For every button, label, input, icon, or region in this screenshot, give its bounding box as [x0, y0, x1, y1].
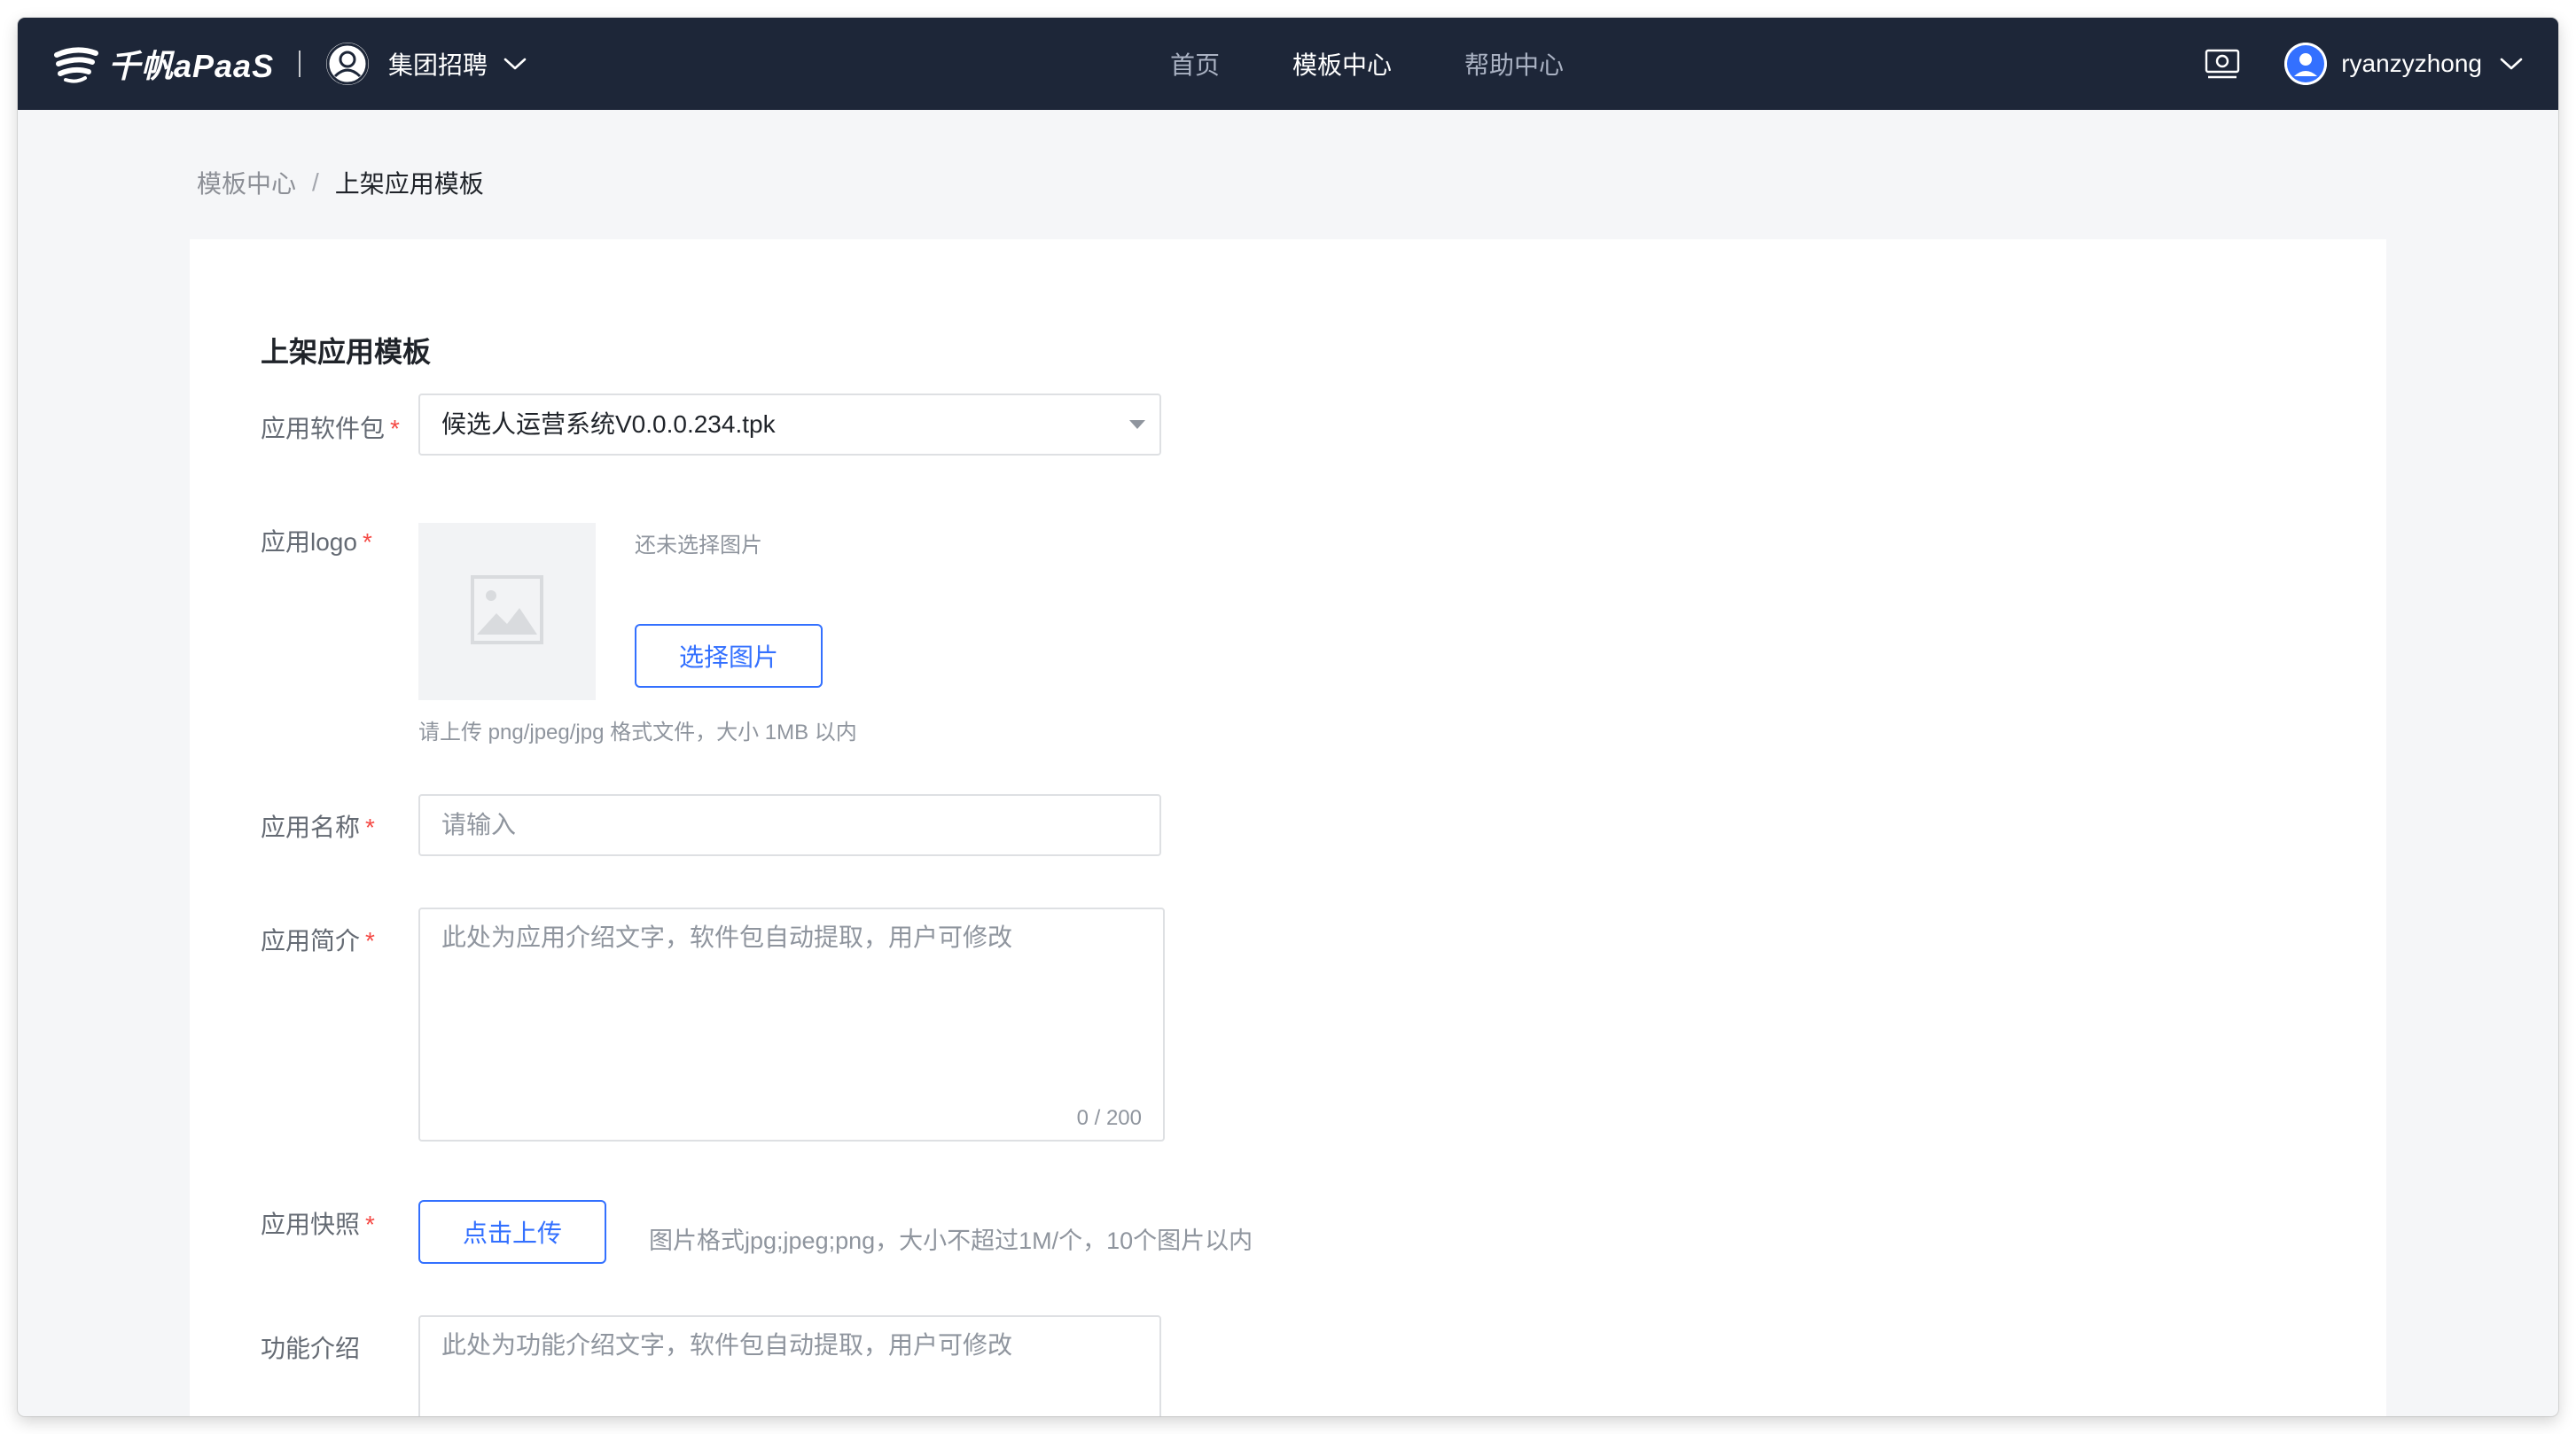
- caret-down-icon: [1129, 420, 1145, 429]
- top-right-actions: ryanzyzhong: [2205, 18, 2523, 110]
- snapshot-label: 应用快照 *: [261, 1205, 375, 1241]
- name-label: 应用名称 *: [261, 808, 375, 844]
- nav-home[interactable]: 首页: [1170, 46, 1220, 82]
- select-image-button[interactable]: 选择图片: [635, 624, 823, 688]
- char-counter: 0 / 200: [1076, 1106, 1142, 1130]
- logo-hint: 请上传 png/jpeg/jpg 格式文件，大小 1MB 以内: [418, 721, 857, 744]
- app-name-input[interactable]: [418, 794, 1161, 856]
- intro-label: 应用简介 *: [261, 922, 375, 957]
- chevron-down-icon[interactable]: [2500, 57, 2523, 71]
- required-mark: *: [365, 1211, 375, 1238]
- chevron-down-icon: [503, 57, 527, 71]
- breadcrumb-separator: /: [312, 168, 319, 196]
- package-select[interactable]: 候选人运营系统V0.0.0.234.tpk: [418, 394, 1161, 456]
- top-navigation-bar: 千帆aPaaS 集团招聘 首页 模板中心 帮助中心 ryanzyzhong: [18, 18, 2558, 110]
- nav-help-center[interactable]: 帮助中心: [1464, 46, 1564, 82]
- app-intro-field: 0 / 200: [418, 908, 1165, 1142]
- app-intro-textarea[interactable]: [420, 909, 1163, 1140]
- image-placeholder-icon: [470, 574, 544, 650]
- screen-icon[interactable]: [2205, 48, 2240, 80]
- intro-label-text: 应用简介: [261, 927, 361, 955]
- brand[interactable]: 千帆aPaaS: [53, 18, 301, 110]
- package-label-text: 应用软件包: [261, 415, 386, 442]
- main-nav: 首页 模板中心 帮助中心: [1170, 18, 1636, 110]
- app-window: 千帆aPaaS 集团招聘 首页 模板中心 帮助中心 ryanzyzhong 模板…: [18, 18, 2558, 1416]
- user-name[interactable]: ryanzyzhong: [2341, 50, 2482, 78]
- logo-status-text: 还未选择图片: [635, 534, 762, 557]
- logo-label-text: 应用logo: [261, 528, 357, 556]
- features-textarea[interactable]: [420, 1317, 1159, 1416]
- package-label: 应用软件包 *: [261, 409, 400, 445]
- logo-preview: [418, 523, 596, 700]
- org-switcher[interactable]: 集团招聘: [326, 18, 527, 110]
- required-mark: *: [365, 814, 375, 841]
- required-mark: *: [365, 927, 375, 955]
- org-name: 集团招聘: [388, 51, 488, 79]
- package-select-value: 候选人运营系统V0.0.0.234.tpk: [441, 410, 776, 438]
- name-label-text: 应用名称: [261, 814, 361, 841]
- breadcrumb-parent[interactable]: 模板中心: [197, 165, 296, 200]
- required-mark: *: [390, 415, 400, 442]
- features-field: [418, 1315, 1161, 1416]
- snapshot-hint: 图片格式jpg;jpeg;png，大小不超过1M/个，10个图片以内: [649, 1227, 1253, 1254]
- features-label-text: 功能介绍: [261, 1335, 361, 1362]
- brand-divider: [299, 51, 301, 77]
- brand-logo-icon: [53, 41, 99, 87]
- breadcrumb-current: 上架应用模板: [334, 170, 484, 198]
- snapshot-label-text: 应用快照: [261, 1211, 361, 1238]
- nav-template-center[interactable]: 模板中心: [1292, 46, 1392, 82]
- brand-name: 千帆aPaaS: [108, 48, 275, 84]
- required-mark: *: [362, 528, 372, 556]
- logo-label: 应用logo *: [261, 523, 372, 558]
- upload-snapshot-button[interactable]: 点击上传: [418, 1200, 606, 1264]
- page-title: 上架应用模板: [261, 336, 432, 368]
- breadcrumb: 模板中心 / 上架应用模板: [197, 165, 484, 200]
- features-label: 功能介绍: [261, 1329, 360, 1365]
- org-avatar-icon: [326, 43, 369, 85]
- user-avatar-icon[interactable]: [2284, 43, 2328, 85]
- form-card: 上架应用模板 应用软件包 * 候选人运营系统V0.0.0.234.tpk 应用lo…: [190, 239, 2386, 1416]
